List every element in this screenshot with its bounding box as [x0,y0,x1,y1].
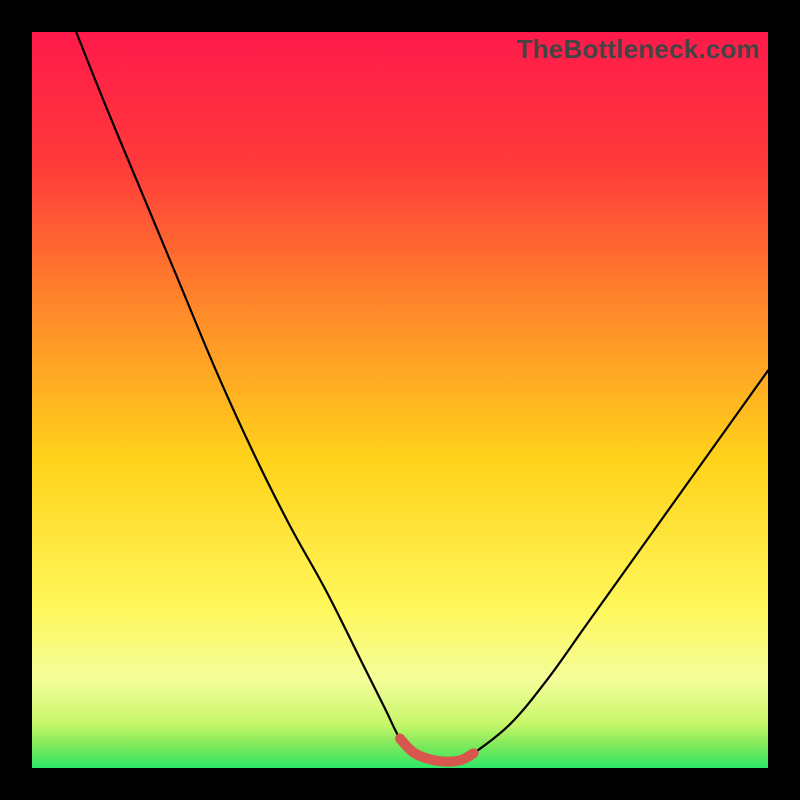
curve-layer [32,32,768,768]
chart-stage: TheBottleneck.com [0,0,800,800]
bottleneck-curve [76,32,768,762]
plot-area: TheBottleneck.com [32,32,768,768]
optimal-range-marker [400,739,474,762]
